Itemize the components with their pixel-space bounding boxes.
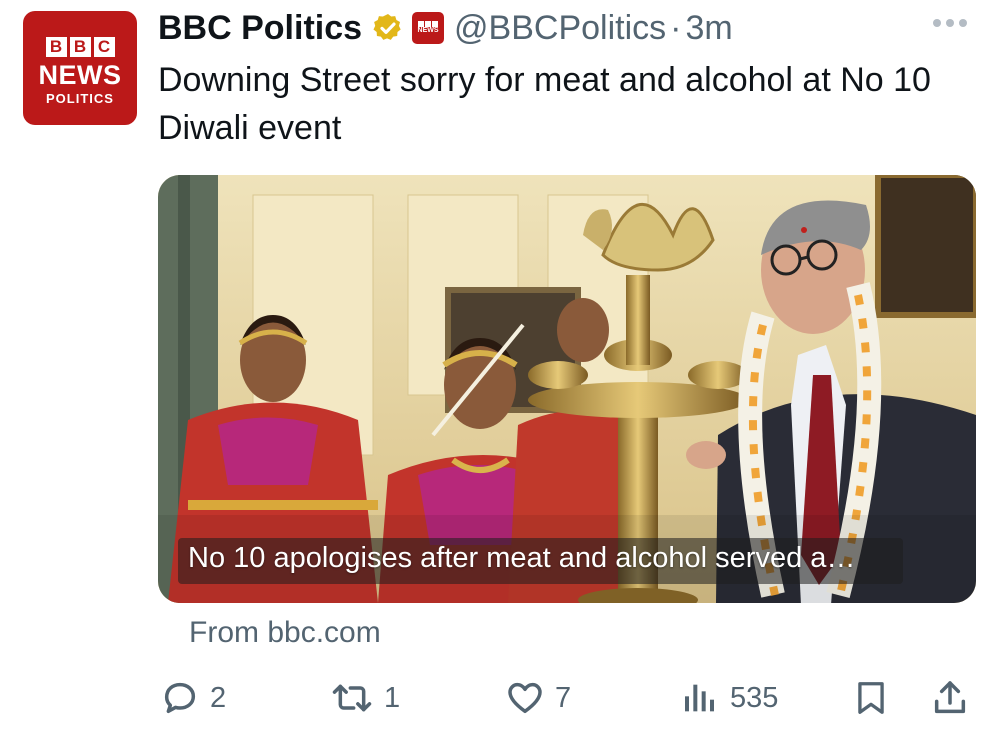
header-separator: ·	[670, 8, 682, 47]
account-name[interactable]: BBC Politics	[158, 9, 362, 48]
reply-icon	[164, 682, 196, 714]
more-horizontal-icon[interactable]	[933, 19, 967, 27]
bbc-logo: B B C	[45, 36, 115, 57]
share-button[interactable]	[930, 678, 970, 718]
tweet-header: BBC Politics NEWS @BBCPolitics · 3m	[158, 6, 733, 50]
bookmark-button[interactable]	[852, 678, 890, 718]
views-count: 535	[730, 681, 779, 714]
repost-icon	[332, 684, 372, 712]
avatar-politics-label: POLITICS	[46, 90, 114, 106]
repost-count: 1	[384, 681, 401, 714]
bbc-block-c: C	[93, 36, 115, 57]
avatar-news-label: NEWS	[38, 59, 122, 90]
repost-button[interactable]: 1	[330, 678, 400, 718]
heart-icon	[508, 682, 542, 714]
share-icon	[934, 681, 966, 714]
avatar[interactable]: B B C NEWS POLITICS	[23, 11, 137, 125]
action-bar: 2 1 7 535	[0, 670, 1000, 726]
link-card-title[interactable]: No 10 apologises after meat and alcohol …	[188, 542, 855, 575]
affiliate-news-label: NEWS	[417, 27, 439, 34]
verified-gold-badge-icon[interactable]	[372, 12, 404, 44]
reply-button[interactable]: 2	[160, 678, 226, 718]
bbc-block-b1: B	[45, 36, 67, 57]
like-count: 7	[555, 681, 572, 714]
tweet-text: Downing Street sorry for meat and alcoho…	[158, 61, 931, 147]
reply-count: 2	[210, 681, 227, 714]
account-handle[interactable]: @BBCPolitics	[454, 9, 666, 48]
views-button[interactable]: 535	[680, 678, 778, 718]
views-icon	[685, 684, 714, 712]
link-source[interactable]: From bbc.com	[189, 616, 381, 650]
like-button[interactable]: 7	[505, 678, 571, 718]
affiliate-badge[interactable]: NEWS	[412, 12, 445, 44]
bookmark-icon	[858, 682, 884, 714]
bbc-block-b2: B	[69, 36, 91, 57]
tweet-timestamp[interactable]: 3m	[686, 9, 733, 48]
link-card-image[interactable]: No 10 apologises after meat and alcohol …	[158, 175, 976, 603]
